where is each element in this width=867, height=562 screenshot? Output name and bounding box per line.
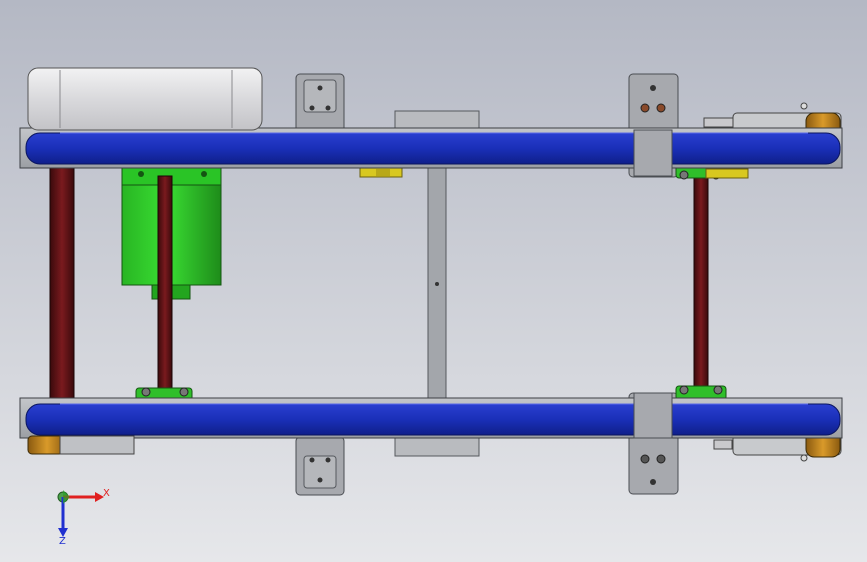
conveyor-belt-bottom: [25, 403, 841, 436]
shaft-right: [693, 171, 709, 395]
shaft-motor: [157, 175, 173, 399]
belt-guard: [27, 67, 263, 131]
conveyor-belt-top: [25, 132, 841, 165]
mounting-bracket-top-left: [295, 73, 345, 133]
shaft-left: [49, 161, 75, 407]
triad-x-label: X: [103, 488, 110, 499]
bottom-end-plate: [59, 435, 135, 455]
triad-z-label: Z: [59, 536, 66, 547]
cad-viewport[interactable]: X Z: [0, 0, 867, 562]
bracket-plate-bottom: [633, 392, 673, 439]
mounting-bracket-bottom-left: [295, 436, 345, 496]
bracket-plate-top: [633, 129, 673, 177]
